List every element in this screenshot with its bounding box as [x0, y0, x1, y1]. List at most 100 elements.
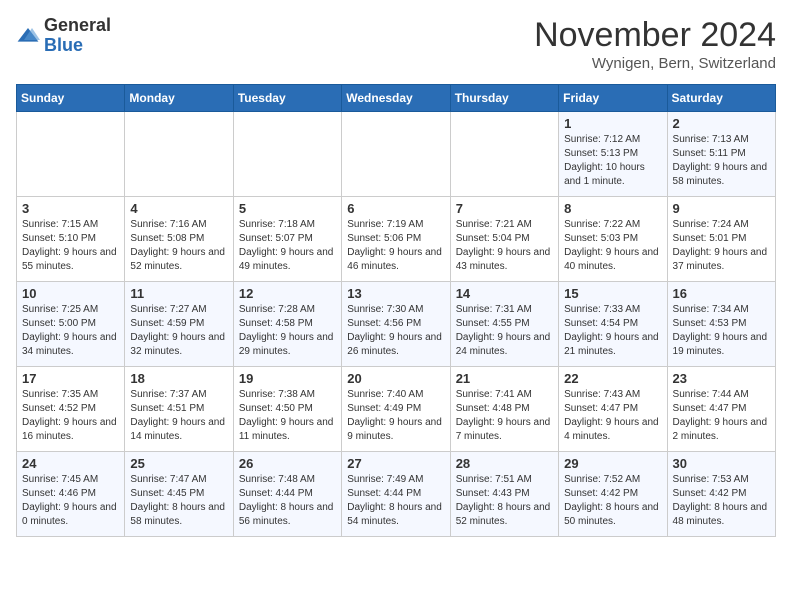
cell-1-2: 5 Sunrise: 7:18 AM Sunset: 5:07 PM Daylig… [233, 197, 341, 282]
location: Wynigen, Bern, Switzerland [534, 55, 776, 72]
day-info-12: Sunrise: 7:28 AM Sunset: 4:58 PM Dayligh… [239, 303, 336, 359]
cell-2-4: 14 Sunrise: 7:31 AM Sunset: 4:55 PM Dayli… [450, 282, 558, 367]
day-info-21: Sunrise: 7:41 AM Sunset: 4:48 PM Dayligh… [456, 388, 553, 444]
day-info-13: Sunrise: 7:30 AM Sunset: 4:56 PM Dayligh… [347, 303, 444, 359]
col-thursday: Thursday [450, 85, 558, 112]
cell-0-3 [342, 112, 450, 197]
day-info-22: Sunrise: 7:43 AM Sunset: 4:47 PM Dayligh… [564, 388, 661, 444]
day-info-29: Sunrise: 7:52 AM Sunset: 4:42 PM Dayligh… [564, 473, 661, 529]
day-info-30: Sunrise: 7:53 AM Sunset: 4:42 PM Dayligh… [673, 473, 770, 529]
cell-1-6: 9Sunrise: 7:24 AM Sunset: 5:01 PM Daylig… [667, 197, 775, 282]
day-info-27: Sunrise: 7:49 AM Sunset: 4:44 PM Dayligh… [347, 473, 444, 529]
day-number-13: 13 [347, 286, 444, 301]
month-title: November 2024 [534, 16, 776, 55]
day-info-2: Sunrise: 7:13 AM Sunset: 5:11 PM Dayligh… [673, 133, 770, 189]
day-number-22: 22 [564, 371, 661, 386]
day-info-17: Sunrise: 7:35 AM Sunset: 4:52 PM Dayligh… [22, 388, 119, 444]
cell-4-4: 28 Sunrise: 7:51 AM Sunset: 4:43 PM Dayli… [450, 452, 558, 537]
day-info-26: Sunrise: 7:48 AM Sunset: 4:44 PM Dayligh… [239, 473, 336, 529]
col-friday: Friday [559, 85, 667, 112]
cell-1-0: 3 Sunrise: 7:15 AM Sunset: 5:10 PM Daylig… [17, 197, 125, 282]
day-info-28: Sunrise: 7:51 AM Sunset: 4:43 PM Dayligh… [456, 473, 553, 529]
day-number-17: 17 [22, 371, 119, 386]
week-row-0: 1Sunrise: 7:12 AM Sunset: 5:13 PM Daylig… [17, 112, 776, 197]
cell-2-3: 13 Sunrise: 7:30 AM Sunset: 4:56 PM Dayli… [342, 282, 450, 367]
day-number-8: 8 [564, 201, 661, 216]
day-info-5: Sunrise: 7:18 AM Sunset: 5:07 PM Dayligh… [239, 218, 336, 274]
cell-4-6: 30 Sunrise: 7:53 AM Sunset: 4:42 PM Dayli… [667, 452, 775, 537]
day-number-23: 23 [673, 371, 770, 386]
cell-3-1: 18Sunrise: 7:37 AM Sunset: 4:51 PM Dayli… [125, 367, 233, 452]
cell-1-5: 8 Sunrise: 7:22 AM Sunset: 5:03 PM Daylig… [559, 197, 667, 282]
day-number-9: 9 [673, 201, 770, 216]
cell-0-1 [125, 112, 233, 197]
cell-1-3: 6Sunrise: 7:19 AM Sunset: 5:06 PM Daylig… [342, 197, 450, 282]
cell-4-2: 26 Sunrise: 7:48 AM Sunset: 4:44 PM Dayli… [233, 452, 341, 537]
logo: General Blue [16, 16, 111, 56]
cell-0-0 [17, 112, 125, 197]
day-number-30: 30 [673, 456, 770, 471]
day-number-24: 24 [22, 456, 119, 471]
cell-0-4 [450, 112, 558, 197]
week-row-1: 3 Sunrise: 7:15 AM Sunset: 5:10 PM Daylig… [17, 197, 776, 282]
cell-3-2: 19Sunrise: 7:38 AM Sunset: 4:50 PM Dayli… [233, 367, 341, 452]
day-number-3: 3 [22, 201, 119, 216]
day-info-7: Sunrise: 7:21 AM Sunset: 5:04 PM Dayligh… [456, 218, 553, 274]
cell-1-4: 7 Sunrise: 7:21 AM Sunset: 5:04 PM Daylig… [450, 197, 558, 282]
day-number-12: 12 [239, 286, 336, 301]
day-info-4: Sunrise: 7:16 AM Sunset: 5:08 PM Dayligh… [130, 218, 227, 274]
cell-0-2 [233, 112, 341, 197]
day-number-11: 11 [130, 286, 227, 301]
day-number-26: 26 [239, 456, 336, 471]
cell-3-4: 21Sunrise: 7:41 AM Sunset: 4:48 PM Dayli… [450, 367, 558, 452]
header-row: Sunday Monday Tuesday Wednesday Thursday… [17, 85, 776, 112]
day-info-24: Sunrise: 7:45 AM Sunset: 4:46 PM Dayligh… [22, 473, 119, 529]
day-info-14: Sunrise: 7:31 AM Sunset: 4:55 PM Dayligh… [456, 303, 553, 359]
col-sunday: Sunday [17, 85, 125, 112]
day-info-18: Sunrise: 7:37 AM Sunset: 4:51 PM Dayligh… [130, 388, 227, 444]
day-info-25: Sunrise: 7:47 AM Sunset: 4:45 PM Dayligh… [130, 473, 227, 529]
day-number-27: 27 [347, 456, 444, 471]
day-info-3: Sunrise: 7:15 AM Sunset: 5:10 PM Dayligh… [22, 218, 119, 274]
cell-2-2: 12 Sunrise: 7:28 AM Sunset: 4:58 PM Dayli… [233, 282, 341, 367]
day-info-8: Sunrise: 7:22 AM Sunset: 5:03 PM Dayligh… [564, 218, 661, 274]
cell-2-1: 11 Sunrise: 7:27 AM Sunset: 4:59 PM Dayli… [125, 282, 233, 367]
day-info-16: Sunrise: 7:34 AM Sunset: 4:53 PM Dayligh… [673, 303, 770, 359]
week-row-2: 10 Sunrise: 7:25 AM Sunset: 5:00 PM Dayli… [17, 282, 776, 367]
col-monday: Monday [125, 85, 233, 112]
day-number-5: 5 [239, 201, 336, 216]
day-number-14: 14 [456, 286, 553, 301]
cell-3-0: 17 Sunrise: 7:35 AM Sunset: 4:52 PM Dayli… [17, 367, 125, 452]
day-number-1: 1 [564, 116, 661, 131]
logo-text: General Blue [44, 16, 111, 56]
col-tuesday: Tuesday [233, 85, 341, 112]
week-row-4: 24 Sunrise: 7:45 AM Sunset: 4:46 PM Dayli… [17, 452, 776, 537]
logo-blue: Blue [44, 36, 111, 56]
day-number-7: 7 [456, 201, 553, 216]
day-number-28: 28 [456, 456, 553, 471]
day-info-10: Sunrise: 7:25 AM Sunset: 5:00 PM Dayligh… [22, 303, 119, 359]
cell-4-5: 29Sunrise: 7:52 AM Sunset: 4:42 PM Dayli… [559, 452, 667, 537]
cell-2-0: 10 Sunrise: 7:25 AM Sunset: 5:00 PM Dayli… [17, 282, 125, 367]
title-block: November 2024 Wynigen, Bern, Switzerland [534, 16, 776, 72]
day-number-25: 25 [130, 456, 227, 471]
cell-2-6: 16Sunrise: 7:34 AM Sunset: 4:53 PM Dayli… [667, 282, 775, 367]
cell-1-1: 4 Sunrise: 7:16 AM Sunset: 5:08 PM Daylig… [125, 197, 233, 282]
day-info-6: Sunrise: 7:19 AM Sunset: 5:06 PM Dayligh… [347, 218, 444, 274]
day-info-20: Sunrise: 7:40 AM Sunset: 4:49 PM Dayligh… [347, 388, 444, 444]
week-row-3: 17 Sunrise: 7:35 AM Sunset: 4:52 PM Dayli… [17, 367, 776, 452]
cell-4-3: 27 Sunrise: 7:49 AM Sunset: 4:44 PM Dayli… [342, 452, 450, 537]
day-number-2: 2 [673, 116, 770, 131]
cell-3-5: 22 Sunrise: 7:43 AM Sunset: 4:47 PM Dayli… [559, 367, 667, 452]
cell-4-0: 24 Sunrise: 7:45 AM Sunset: 4:46 PM Dayli… [17, 452, 125, 537]
day-info-11: Sunrise: 7:27 AM Sunset: 4:59 PM Dayligh… [130, 303, 227, 359]
logo-general: General [44, 16, 111, 36]
day-number-4: 4 [130, 201, 227, 216]
day-number-15: 15 [564, 286, 661, 301]
calendar-table: Sunday Monday Tuesday Wednesday Thursday… [16, 84, 776, 537]
day-info-15: Sunrise: 7:33 AM Sunset: 4:54 PM Dayligh… [564, 303, 661, 359]
logo-icon [16, 24, 40, 48]
cell-0-6: 2 Sunrise: 7:13 AM Sunset: 5:11 PM Daylig… [667, 112, 775, 197]
day-number-10: 10 [22, 286, 119, 301]
cell-3-6: 23Sunrise: 7:44 AM Sunset: 4:47 PM Dayli… [667, 367, 775, 452]
